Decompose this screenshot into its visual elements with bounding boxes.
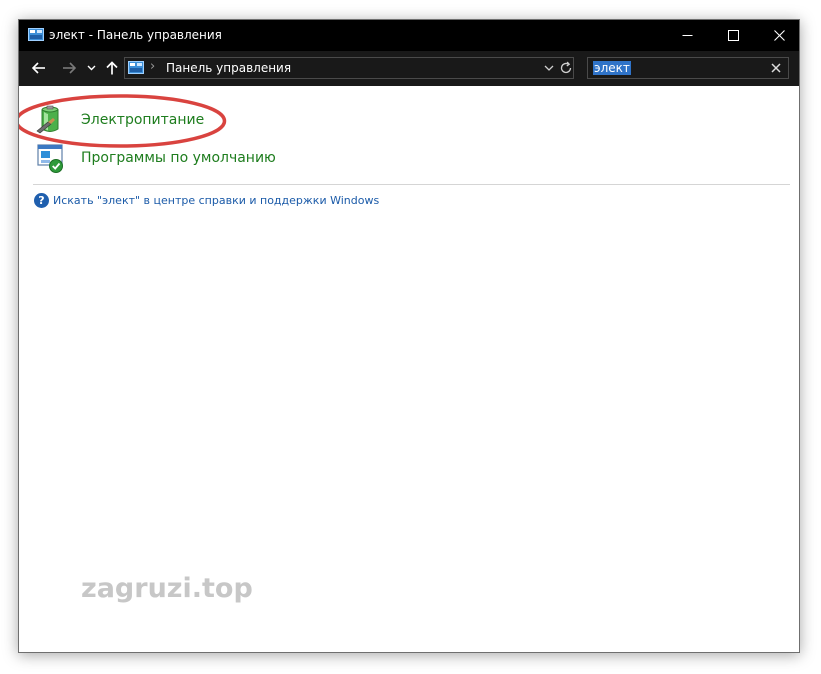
arrow-left-icon [32, 62, 45, 74]
search-input[interactable]: элект [593, 61, 631, 75]
results-divider [33, 184, 790, 185]
default-programs-icon [37, 144, 63, 173]
chevron-down-icon[interactable] [543, 62, 555, 74]
watermark: zagruzi.top [81, 573, 253, 604]
recent-locations-button[interactable] [83, 57, 99, 79]
help-search-link[interactable]: Искать "элект" в центре справки и поддер… [53, 194, 379, 207]
arrow-up-icon [106, 61, 118, 75]
address-bar[interactable]: › Панель управления [124, 57, 574, 79]
back-button[interactable] [27, 57, 51, 79]
title-bar[interactable]: элект - Панель управления [19, 20, 799, 51]
minimize-button[interactable] [664, 20, 710, 51]
up-button[interactable] [101, 57, 123, 79]
breadcrumb-separator-icon: › [150, 59, 156, 74]
control-panel-icon [28, 28, 44, 41]
result-default-programs[interactable]: Программы по умолчанию [33, 141, 276, 175]
close-icon [773, 30, 785, 41]
help-icon: ? [34, 193, 49, 208]
control-panel-window: элект - Панель управления › Панель управ… [18, 19, 800, 653]
maximize-button[interactable] [710, 20, 756, 51]
control-panel-icon [128, 61, 144, 74]
window-title: элект - Панель управления [49, 28, 222, 42]
search-results-pane: Электропитание Программы по умолчанию ? … [19, 86, 799, 652]
navigation-bar: › Панель управления элект [19, 51, 799, 86]
close-button[interactable] [756, 20, 799, 51]
chevron-down-icon [87, 65, 95, 71]
help-search-row[interactable]: ? Искать "элект" в центре справки и подд… [34, 193, 379, 208]
result-label[interactable]: Программы по умолчанию [81, 150, 276, 166]
minimize-icon [682, 35, 692, 36]
maximize-icon [727, 30, 739, 41]
search-box[interactable]: элект [587, 57, 789, 79]
breadcrumb-control-panel[interactable]: Панель управления [166, 61, 291, 75]
arrow-right-icon [63, 62, 76, 74]
refresh-icon[interactable] [559, 61, 573, 75]
clear-search-icon[interactable] [770, 62, 782, 74]
forward-button[interactable] [57, 57, 81, 79]
